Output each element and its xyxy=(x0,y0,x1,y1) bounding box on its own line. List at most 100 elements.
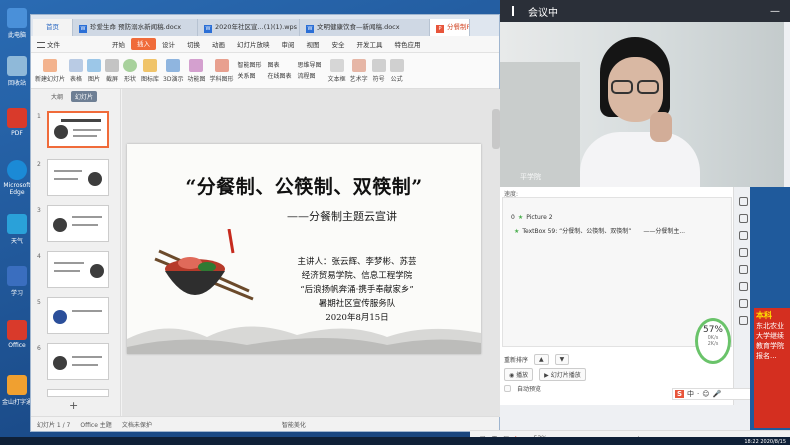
weather-icon xyxy=(7,214,27,234)
college-line: 经济贸易学院、信息工程学院 xyxy=(301,271,413,281)
picture-button[interactable]: 图片 xyxy=(87,58,102,83)
slide-number: 2 xyxy=(37,161,41,168)
function-graph-button[interactable]: 功能图 xyxy=(187,58,206,83)
slide-thumbnail-6[interactable]: 6 xyxy=(35,343,117,381)
menu-view[interactable]: 视图 xyxy=(301,39,326,49)
subject-graph-button[interactable]: 学科图形 xyxy=(210,58,234,83)
menu-animation[interactable]: 动画 xyxy=(206,39,231,49)
ribbon-label: 文本框 xyxy=(327,75,346,83)
slide-number: 6 xyxy=(37,345,41,352)
cpu-percent: 57% xyxy=(702,325,723,335)
ime-chinese-mode[interactable]: 中 xyxy=(687,389,694,399)
desktop-icon-weather[interactable]: 天气 xyxy=(2,214,32,245)
flowchart-button[interactable]: 流程图 xyxy=(298,71,322,82)
animation-name: Picture 2 xyxy=(526,214,553,221)
menu-transition[interactable]: 切换 xyxy=(181,39,206,49)
slide-thumbnail-5[interactable]: 5 xyxy=(35,297,117,335)
desktop-icon-study[interactable]: 学习 xyxy=(2,266,32,297)
desktop-icon-edge[interactable]: Microsoft Edge xyxy=(2,160,32,196)
animation-item[interactable]: ★ TextBox 59: “分餐制、公筷制、双筷制” ——分餐制主... xyxy=(511,226,685,235)
symbol-button[interactable]: 符号 xyxy=(371,58,386,83)
desktop-icon-typing[interactable]: 金山打字通 xyxy=(2,375,32,406)
autopreview-checkbox[interactable] xyxy=(504,385,511,392)
autopreview-label: 自动预览 xyxy=(517,386,542,393)
menu-security[interactable]: 安全 xyxy=(326,39,351,49)
formula-button[interactable]: 公式 xyxy=(389,58,404,83)
play-label: 播放 xyxy=(516,372,529,379)
participant-video[interactable]: 平学院 xyxy=(500,22,784,187)
tab-doc-healthy-diet[interactable]: W 文明健康饮食—新闻稿.docx xyxy=(300,19,430,36)
slideshow-button[interactable]: ▶ 幻灯片播放 xyxy=(539,368,586,381)
ime-emoji[interactable]: ☺ xyxy=(702,390,709,398)
smart-graphic-button[interactable]: 智能图形 xyxy=(238,60,262,71)
help-icon[interactable] xyxy=(738,316,748,325)
screenshot-button[interactable]: 截屏 xyxy=(105,58,120,83)
textbox-button[interactable]: 文本框 xyxy=(327,58,346,83)
minimize-icon[interactable]: — xyxy=(770,6,780,17)
ribbon-label: 截屏 xyxy=(106,75,119,83)
slogan-line: “后浪扬帆奔涌·携手奉献家乡” xyxy=(300,285,414,295)
settings-icon[interactable] xyxy=(738,299,748,308)
online-chart-button[interactable]: 在线图表 xyxy=(268,71,292,82)
tab-slides[interactable]: 幻灯片 xyxy=(71,90,98,102)
tab-doc-community[interactable]: W 2020年社区宣...(1)(1).wps xyxy=(198,19,300,36)
ime-voice[interactable]: 🎤 xyxy=(713,390,722,398)
desktop-icon-pdf[interactable]: PDF xyxy=(2,108,32,137)
current-slide[interactable]: “分餐制、公筷制、双筷制” ——分餐制主题云宣讲 主讲人：张云辉、李梦彬、苏芸 … xyxy=(127,144,481,354)
slide-thumbnail-7[interactable] xyxy=(35,389,117,399)
menu-slideshow[interactable]: 幻灯片放映 xyxy=(231,39,276,49)
menu-file[interactable]: 文件 xyxy=(31,39,66,49)
move-up-button[interactable]: ▲ xyxy=(534,354,549,365)
menu-home[interactable]: 开始 xyxy=(106,39,131,49)
menu-developer[interactable]: 开发工具 xyxy=(351,39,389,49)
desktop-icon-recycle[interactable]: 回收站 xyxy=(2,56,32,87)
relation-graph-button[interactable]: 关系图 xyxy=(238,71,262,82)
slide-thumbnail-2[interactable]: 2 xyxy=(35,159,117,197)
mindmap-button[interactable]: 思维导图 xyxy=(298,60,322,71)
desktop-icon-computer[interactable]: 此电脑 xyxy=(2,8,32,39)
tab-ppt-active[interactable]: P 分餐制P xyxy=(430,19,470,36)
3d-demo-button[interactable]: 3D演示 xyxy=(163,58,183,83)
tab-outline[interactable]: 大纲 xyxy=(47,91,67,102)
smart-beautify-button[interactable]: 智能美化 xyxy=(282,420,306,429)
chart-button[interactable]: 图表 xyxy=(268,60,292,71)
slide-title[interactable]: “分餐制、公筷制、双筷制” xyxy=(127,172,481,199)
vertical-scrollbar[interactable] xyxy=(492,109,500,149)
hamburger-icon xyxy=(37,42,45,48)
image-tool-icon[interactable] xyxy=(738,265,748,274)
move-down-button[interactable]: ▼ xyxy=(554,354,570,365)
slide-thumbnail-1[interactable]: 1 xyxy=(35,111,117,149)
slide-thumbnail-4[interactable]: 4 xyxy=(35,251,117,289)
menu-design[interactable]: 设计 xyxy=(156,39,181,49)
menu-insert[interactable]: 插入 xyxy=(131,38,156,50)
wordart-button[interactable]: 艺术字 xyxy=(350,58,368,83)
table-button[interactable]: 表格 xyxy=(69,58,84,83)
menu-review[interactable]: 审阅 xyxy=(276,39,301,49)
tab-label: 文明健康饮食—新闻稿.docx xyxy=(317,23,400,31)
protect-status[interactable]: 文档未保护 xyxy=(122,420,152,429)
slide-subtitle[interactable]: ——分餐制主题云宣讲 xyxy=(287,208,397,224)
add-slide-button[interactable]: + xyxy=(69,399,78,412)
grid-icon[interactable] xyxy=(738,197,748,206)
tab-home[interactable]: 首页 xyxy=(33,19,73,36)
shape-tool-icon[interactable] xyxy=(738,214,748,223)
new-slide-button[interactable]: 新建幻灯片 xyxy=(35,58,65,83)
input-method-bar[interactable]: S 中 · ☺ 🎤 xyxy=(672,388,752,400)
ad-banner[interactable]: 本科 东北农业大学继续教育学院 报名... xyxy=(754,308,790,428)
meeting-title: 会议中 xyxy=(528,7,558,19)
audio-icon[interactable] xyxy=(738,282,748,291)
animation-item[interactable]: 0 ★ Picture 2 xyxy=(511,214,553,221)
menu-features[interactable]: 特色应用 xyxy=(389,39,427,49)
icon-library-button[interactable]: 图标库 xyxy=(141,58,159,83)
edit-icon[interactable] xyxy=(738,248,748,257)
play-button[interactable]: ◉ 播放 xyxy=(504,368,534,381)
star-tool-icon[interactable] xyxy=(738,231,748,240)
tab-doc-drowning[interactable]: W 珍爱生命 预防溺水新闻稿.docx xyxy=(73,19,198,36)
shape-button[interactable]: 形状 xyxy=(123,58,138,83)
ime-punct[interactable]: · xyxy=(697,390,699,398)
slide-count: 幻灯片 1 / 7 xyxy=(37,421,71,429)
desktop-icon-office[interactable]: Office xyxy=(2,320,32,349)
slide-canvas[interactable]: “分餐制、公筷制、双筷制” ——分餐制主题云宣讲 主讲人：张云辉、李梦彬、苏芸 … xyxy=(122,89,500,417)
ad-text: 东北农业大学继续教育学院 报名... xyxy=(756,322,784,360)
slide-thumbnail-3[interactable]: 3 xyxy=(35,205,117,243)
